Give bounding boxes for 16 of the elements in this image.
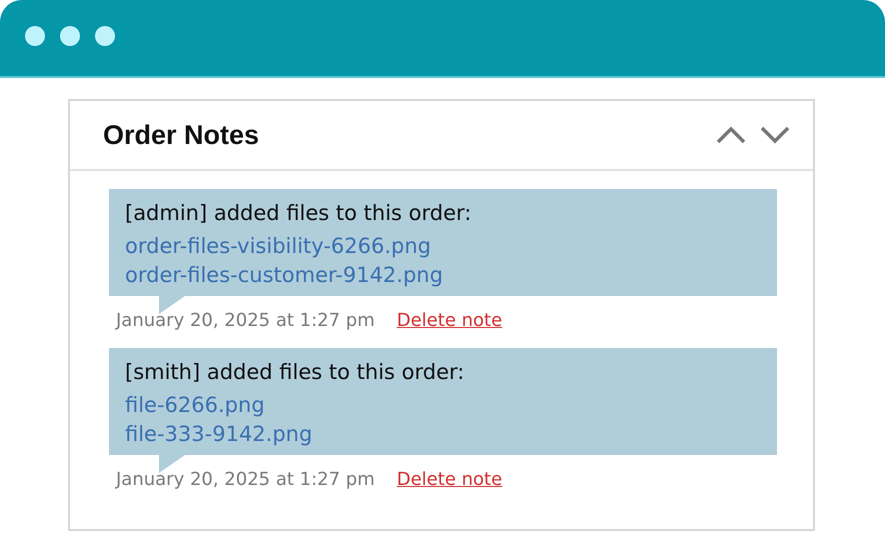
note-text: [smith] added files to this order: — [125, 359, 466, 386]
note-date: January 20, 2025 at 1:27 pm — [116, 310, 375, 331]
delete-note-link[interactable]: Delete note — [396, 469, 502, 490]
file-link[interactable]: file-333-9142.png — [125, 420, 312, 449]
chevron-up-icon[interactable] — [715, 125, 747, 145]
file-link[interactable]: file-6266.png — [125, 391, 265, 420]
window-dot — [95, 26, 115, 46]
window-dot — [25, 26, 45, 46]
window-dot — [60, 26, 80, 46]
note-date: January 20, 2025 at 1:27 pm — [116, 469, 375, 490]
file-link[interactable]: order-files-customer-9142.png — [125, 261, 443, 290]
chevron-down-icon[interactable] — [759, 125, 791, 145]
file-link[interactable]: order-files-visibility-6266.png — [125, 232, 431, 261]
note-text: [admin] added files to this order: — [125, 200, 472, 227]
delete-note-link[interactable]: Delete note — [396, 310, 502, 331]
panel-title: Order Notes — [103, 120, 260, 150]
